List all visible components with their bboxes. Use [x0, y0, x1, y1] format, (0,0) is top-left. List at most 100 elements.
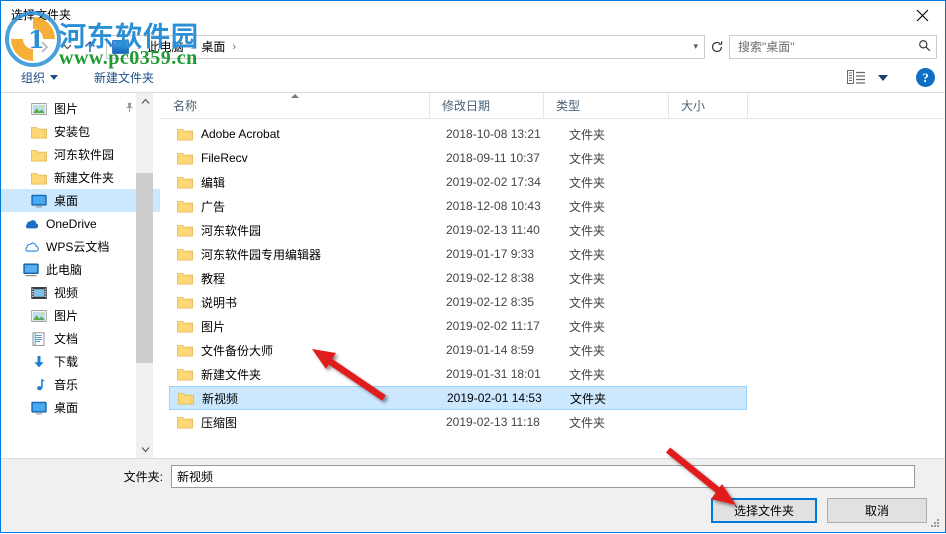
- pictures-icon: [31, 308, 47, 324]
- desktop-icon: [31, 400, 47, 416]
- column-header-name[interactable]: 名称: [161, 93, 430, 118]
- onedrive-icon: [23, 216, 39, 232]
- table-row[interactable]: 教程 2019-02-12 8:38 文件夹: [169, 266, 747, 290]
- cell-date: 2019-02-12 8:38: [446, 271, 535, 285]
- cell-date: 2018-10-08 13:21: [446, 127, 541, 141]
- sidebar-item-label: 桌面: [54, 194, 79, 208]
- folder-icon: [177, 319, 193, 333]
- breadcrumb[interactable]: › 此电脑 › 桌面 › ▾: [106, 34, 705, 59]
- table-row[interactable]: 河东软件园 2019-02-13 11:40 文件夹: [169, 218, 747, 242]
- cell-name: 教程: [201, 271, 226, 286]
- search-input[interactable]: 搜索"桌面": [729, 34, 937, 59]
- breadcrumb-item-desktop[interactable]: 桌面: [199, 38, 227, 55]
- table-row[interactable]: 压缩图 2019-02-13 11:18 文件夹: [169, 410, 747, 434]
- table-row[interactable]: 广告 2018-12-08 10:43 文件夹: [169, 194, 747, 218]
- cell-name: 图片: [201, 319, 226, 334]
- breadcrumb-separator[interactable]: ›: [186, 41, 200, 53]
- folder-icon: [31, 147, 47, 163]
- sidebar-item-label: WPS云文档: [46, 240, 110, 254]
- sidebar-item-label: 桌面: [54, 401, 79, 415]
- help-button[interactable]: ?: [916, 68, 935, 87]
- cell-date: 2018-09-11 10:37: [446, 151, 540, 165]
- cell-date: 2019-02-13 11:18: [446, 415, 540, 429]
- scroll-down-chevron-icon[interactable]: [137, 441, 154, 458]
- folder-icon: [177, 247, 193, 261]
- cell-date: 2019-02-01 14:53: [447, 391, 542, 405]
- column-header-row: 名称 修改日期 类型 大小: [161, 93, 945, 119]
- cell-type: 文件夹: [569, 367, 606, 382]
- breadcrumb-separator[interactable]: ›: [132, 41, 146, 53]
- cell-date: 2019-02-02 17:34: [446, 175, 541, 189]
- table-row[interactable]: FileRecv 2018-09-11 10:37 文件夹: [169, 146, 747, 170]
- table-row[interactable]: 图片 2019-02-02 11:17 文件夹: [169, 314, 747, 338]
- table-row[interactable]: 新视频 2019-02-01 14:53 文件夹: [169, 386, 747, 410]
- close-icon[interactable]: [899, 1, 945, 30]
- column-header-type[interactable]: 类型: [544, 93, 669, 118]
- sidebar-item-label: 河东软件园: [54, 148, 115, 162]
- cell-name: Adobe Acrobat: [201, 127, 280, 141]
- column-header-size[interactable]: 大小: [669, 93, 748, 118]
- column-header-date[interactable]: 修改日期: [430, 93, 544, 118]
- cell-name: 新视频: [202, 391, 239, 406]
- cell-date: 2019-02-13 11:40: [446, 223, 540, 237]
- table-row[interactable]: Adobe Acrobat 2018-10-08 13:21 文件夹: [169, 122, 747, 146]
- sidebar-scroll-thumb[interactable]: [136, 173, 153, 363]
- folder-name-input[interactable]: 新视频: [171, 465, 915, 488]
- sidebar-item-label: 新建文件夹: [54, 171, 115, 185]
- table-row[interactable]: 说明书 2019-02-12 8:35 文件夹: [169, 290, 747, 314]
- folder-icon: [177, 127, 193, 141]
- cell-date: 2019-01-14 8:59: [446, 343, 535, 357]
- downloads-icon: [31, 354, 47, 370]
- desktop-icon: [112, 39, 129, 54]
- cell-type: 文件夹: [569, 223, 606, 238]
- table-row[interactable]: 河东软件园专用编辑器 2019-01-17 9:33 文件夹: [169, 242, 747, 266]
- breadcrumb-chevron-down-icon[interactable]: ▾: [693, 41, 702, 52]
- folder-icon: [177, 367, 193, 381]
- breadcrumb-item-this-pc[interactable]: 此电脑: [146, 38, 186, 55]
- folder-icon: [177, 199, 193, 213]
- navigation-bar: › 此电脑 › 桌面 › ▾ 搜索"桌面": [1, 30, 945, 63]
- cell-name: 压缩图: [201, 415, 238, 430]
- folder-icon: [177, 151, 193, 165]
- dialog-footer: 文件夹: 新视频 选择文件夹 取消: [1, 458, 945, 532]
- table-row[interactable]: 编辑 2019-02-02 17:34 文件夹: [169, 170, 747, 194]
- folder-icon: [177, 175, 193, 189]
- column-header-type-label: 类型: [556, 99, 581, 113]
- table-row[interactable]: 文件备份大师 2019-01-14 8:59 文件夹: [169, 338, 747, 362]
- back-arrow-icon[interactable]: [5, 34, 31, 60]
- view-chevron-down-icon[interactable]: [878, 74, 888, 81]
- sidebar-item-label: 视频: [54, 286, 79, 300]
- organize-button[interactable]: 组织: [15, 66, 64, 89]
- cell-date: 2019-02-02 11:17: [446, 319, 540, 333]
- forward-arrow-icon[interactable]: [31, 34, 57, 60]
- sort-ascending-icon: [291, 94, 299, 98]
- sidebar-divider: [160, 93, 161, 458]
- dialog-body: 图片 安装包 河东软件园 新建文件夹 桌面 OneDrive WPS云文档 此电脑 视频 图片 文档…: [1, 93, 945, 458]
- column-header-size-label: 大小: [681, 99, 706, 113]
- new-folder-label: 新建文件夹: [94, 71, 155, 85]
- new-folder-button[interactable]: 新建文件夹: [88, 66, 160, 89]
- toolbar-right-group: ?: [843, 68, 935, 87]
- wps-cloud-icon: [23, 239, 39, 255]
- cell-type: 文件夹: [570, 391, 607, 406]
- pictures-icon: [31, 101, 47, 117]
- pin-icon[interactable]: [124, 102, 135, 116]
- select-folder-button[interactable]: 选择文件夹: [711, 498, 817, 523]
- cell-type: 文件夹: [569, 175, 606, 190]
- cell-name: 河东软件园专用编辑器: [201, 247, 322, 262]
- folder-name-row: 文件夹: 新视频: [1, 459, 945, 489]
- folder-icon: [31, 124, 47, 140]
- resize-grip[interactable]: [931, 519, 941, 529]
- music-icon: [31, 377, 47, 393]
- recent-locations-chevron-down-icon[interactable]: [57, 34, 77, 60]
- refresh-icon[interactable]: [705, 35, 729, 59]
- view-layout-icon[interactable]: [843, 68, 870, 87]
- up-arrow-icon[interactable]: [77, 34, 103, 60]
- cell-name: 文件备份大师: [201, 343, 274, 358]
- table-row[interactable]: 新建文件夹 2019-01-31 18:01 文件夹: [169, 362, 747, 386]
- cancel-button[interactable]: 取消: [827, 498, 927, 523]
- scroll-up-chevron-icon[interactable]: [137, 93, 154, 110]
- breadcrumb-separator[interactable]: ›: [227, 41, 241, 53]
- cell-type: 文件夹: [569, 343, 606, 358]
- sidebar-item-label: 此电脑: [46, 263, 83, 277]
